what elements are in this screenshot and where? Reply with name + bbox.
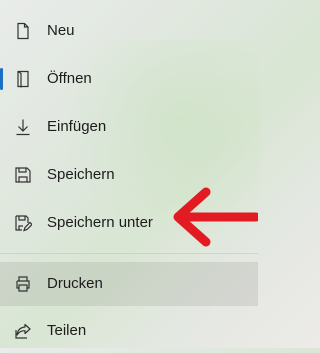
menu-item-label: Teilen	[47, 322, 87, 339]
menu-item-label: Öffnen	[47, 70, 92, 87]
menu-item-label: Einfügen	[47, 118, 107, 135]
file-menu: Neu Öffnen Einfügen Speichern Speichern …	[0, 0, 258, 348]
red-annotation-arrow	[173, 187, 258, 247]
menu-item-label: Speichern	[47, 166, 115, 183]
menu-item-label: Neu	[47, 22, 75, 39]
share-icon	[15, 323, 31, 339]
selection-indicator	[0, 68, 3, 90]
menu-item-label: Speichern unter	[47, 214, 153, 231]
save-icon	[15, 167, 31, 183]
menu-divider	[0, 253, 258, 254]
menu-item-share[interactable]: Teilen	[0, 309, 258, 353]
new-document-icon	[17, 22, 29, 40]
menu-item-open[interactable]: Öffnen	[0, 57, 258, 101]
menu-item-insert[interactable]: Einfügen	[0, 105, 258, 149]
save-as-icon	[15, 215, 32, 232]
insert-arrow-icon	[16, 119, 30, 136]
print-icon	[16, 276, 30, 292]
menu-item-label: Drucken	[47, 275, 103, 292]
menu-item-new[interactable]: Neu	[0, 9, 258, 53]
open-document-icon	[17, 70, 29, 88]
menu-item-print[interactable]: Drucken	[0, 262, 258, 306]
